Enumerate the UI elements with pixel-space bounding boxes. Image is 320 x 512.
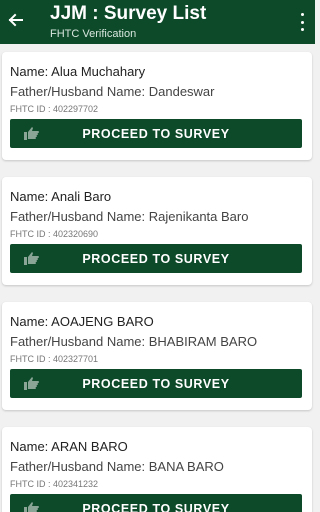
hand-pointer-icon	[24, 502, 39, 512]
more-vertical-icon	[300, 13, 304, 16]
proceed-label: PROCEED TO SURVEY	[82, 501, 230, 512]
proceed-to-survey-button[interactable]: PROCEED TO SURVEY	[10, 494, 302, 512]
proceed-label: PROCEED TO SURVEY	[82, 126, 230, 141]
more-options-button[interactable]	[295, 11, 309, 33]
page-title: JJM : Survey List	[50, 3, 207, 24]
proceed-to-survey-button[interactable]: PROCEED TO SURVEY	[10, 119, 302, 148]
proceed-label: PROCEED TO SURVEY	[82, 251, 230, 266]
record-father-name: Father/Husband Name: Rajenikanta Baro	[10, 209, 249, 224]
proceed-to-survey-button[interactable]: PROCEED TO SURVEY	[10, 369, 302, 398]
record-father-name: Father/Husband Name: Dandeswar	[10, 84, 215, 99]
record-name: Name: Anali Baro	[10, 189, 112, 204]
proceed-label: PROCEED TO SURVEY	[82, 376, 230, 391]
record-father-name: Father/Husband Name: BANA BARO	[10, 459, 224, 474]
list-item: Name: ARAN BARO Father/Husband Name: BAN…	[2, 427, 312, 512]
record-fhtc-id: FHTC ID : 402341232	[10, 479, 99, 489]
record-fhtc-id: FHTC ID : 402297702	[10, 104, 99, 114]
record-name: Name: AOAJENG BARO	[10, 314, 154, 329]
proceed-to-survey-button[interactable]: PROCEED TO SURVEY	[10, 244, 302, 273]
page-subtitle: FHTC Verification	[50, 28, 137, 40]
back-button[interactable]	[4, 8, 26, 32]
list-item: Name: AOAJENG BARO Father/Husband Name: …	[2, 302, 312, 410]
record-name: Name: ARAN BARO	[10, 439, 128, 454]
survey-list[interactable]: Name: Alua Muchahary Father/Husband Name…	[0, 44, 315, 512]
record-father-name: Father/Husband Name: BHABIRAM BARO	[10, 334, 258, 349]
record-name: Name: Alua Muchahary	[10, 64, 146, 79]
hand-pointer-icon	[24, 377, 39, 390]
list-item: Name: Anali Baro Father/Husband Name: Ra…	[2, 177, 312, 285]
back-arrow-icon	[8, 13, 23, 27]
record-fhtc-id: FHTC ID : 402320690	[10, 229, 99, 239]
app-bar: JJM : Survey List FHTC Verification	[0, 0, 315, 44]
hand-pointer-icon	[24, 127, 39, 140]
hand-pointer-icon	[24, 252, 39, 265]
record-fhtc-id: FHTC ID : 402327701	[10, 354, 99, 364]
list-item: Name: Alua Muchahary Father/Husband Name…	[2, 52, 312, 160]
